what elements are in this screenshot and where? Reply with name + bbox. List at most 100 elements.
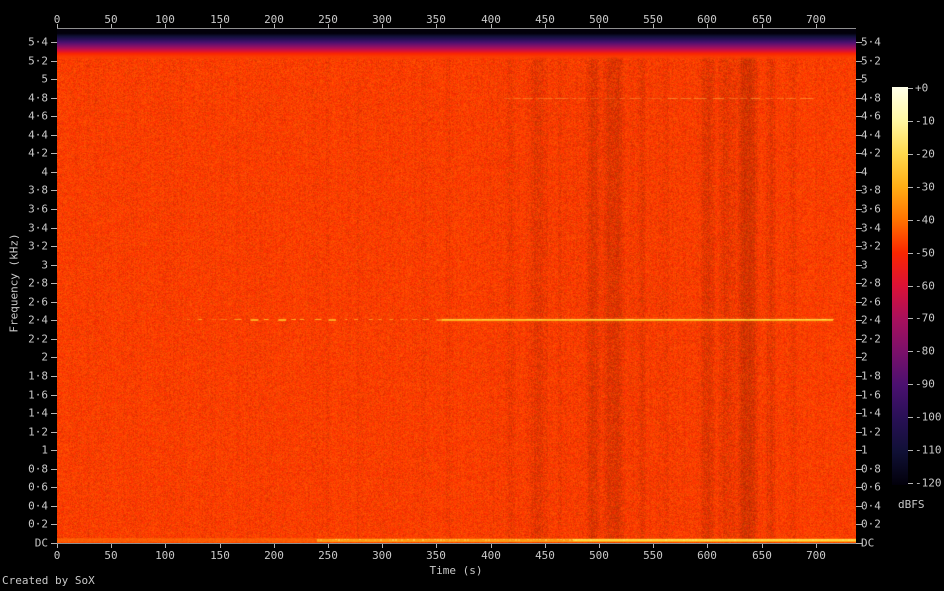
- freq-tick-label-right: 5: [861, 72, 868, 86]
- freq-tick-label-right: 1·6: [861, 388, 881, 402]
- spectrogram-canvas: [57, 29, 856, 543]
- freq-tick-label-right: 2·4: [861, 313, 881, 327]
- freq-tick-label-left: 4·4: [28, 128, 48, 142]
- freq-tick-label-left: 0·2: [28, 517, 48, 531]
- time-tick-bottom: [165, 544, 166, 548]
- freq-tick-label-right: 3: [861, 258, 868, 272]
- freq-tick-label-right: 5·2: [861, 54, 881, 68]
- time-tick-bottom: [436, 544, 437, 548]
- freq-tick-label-right: 2: [861, 350, 868, 364]
- freq-tick-label-left: 2: [41, 350, 48, 364]
- time-tick-label-top: 650: [752, 13, 772, 26]
- colorbar-tick-label: -80: [915, 344, 935, 358]
- colorbar-tick-label: -20: [915, 147, 935, 161]
- freq-tick-label-left: 0·4: [28, 499, 48, 513]
- time-tick-bottom: [57, 544, 58, 548]
- freq-tick-left: [51, 190, 57, 191]
- time-tick-label-bottom: 450: [535, 549, 555, 562]
- time-tick-bottom: [762, 544, 763, 548]
- colorbar-tick: [908, 450, 913, 451]
- freq-tick-label-left: 0·8: [28, 462, 48, 476]
- time-tick-label-bottom: 650: [752, 549, 772, 562]
- freq-tick-label-left: 1·6: [28, 388, 48, 402]
- time-tick-label-top: 450: [535, 13, 555, 26]
- freq-tick-label-left: 1·2: [28, 425, 48, 439]
- freq-tick-left: [51, 469, 57, 470]
- freq-tick-label-left: 4·2: [28, 146, 48, 160]
- time-tick-label-bottom: 0: [53, 549, 61, 562]
- time-tick-label-bottom: 350: [426, 549, 446, 562]
- time-tick-label-bottom: 700: [806, 549, 826, 562]
- freq-tick-label-right: 2·6: [861, 295, 881, 309]
- freq-tick-label-left: 4·6: [28, 109, 48, 123]
- time-tick-label-bottom: 250: [318, 549, 338, 562]
- freq-tick-left: [51, 228, 57, 229]
- time-tick-label-bottom: 400: [481, 549, 501, 562]
- colorbar-tick-label: -30: [915, 180, 935, 194]
- freq-tick-left: [51, 172, 57, 173]
- freq-tick-left: [51, 98, 57, 99]
- time-tick-label-bottom: 50: [104, 549, 118, 562]
- freq-tick-left: [51, 283, 57, 284]
- time-axis-title: Time (s): [429, 564, 483, 577]
- time-tick-label-top: 600: [697, 13, 717, 26]
- freq-tick-left: [51, 265, 57, 266]
- time-tick-bottom: [491, 544, 492, 548]
- freq-tick-left: [51, 209, 57, 210]
- time-tick-label-top: 300: [372, 13, 392, 26]
- freq-tick-label-left: 1: [41, 443, 48, 457]
- freq-tick-left: [51, 339, 57, 340]
- freq-tick-label-right: 0·2: [861, 517, 881, 531]
- freq-tick-left: [51, 79, 57, 80]
- time-tick-label-top: 550: [643, 13, 663, 26]
- freq-tick-label-right: 0·6: [861, 480, 881, 494]
- freq-tick-label-right: 1: [861, 443, 868, 457]
- colorbar-tick-label: -90: [915, 377, 935, 391]
- freq-tick-label-left: 3·6: [28, 202, 48, 216]
- freq-tick-left: [51, 357, 57, 358]
- colorbar-unit-label: dBFS: [898, 498, 925, 511]
- time-tick-label-top: 0: [53, 13, 61, 26]
- freq-tick-label-right: 3·8: [861, 183, 881, 197]
- freq-tick-left: [51, 487, 57, 488]
- colorbar-tick: [908, 154, 913, 155]
- time-tick-label-bottom: 600: [697, 549, 717, 562]
- time-tick-label-top: 350: [426, 13, 446, 26]
- colorbar-tick: [908, 384, 913, 385]
- time-tick-label-top: 150: [210, 13, 230, 26]
- freq-tick-label-right: 4·2: [861, 146, 881, 160]
- freq-tick-left: [51, 432, 57, 433]
- time-tick-label-top: 250: [318, 13, 338, 26]
- freq-tick-label-left: 1·8: [28, 369, 48, 383]
- freq-tick-label-left: 5·4: [28, 35, 48, 49]
- freq-tick-left: [51, 302, 57, 303]
- freq-tick-label-left: 5: [41, 72, 48, 86]
- colorbar-tick-label: -60: [915, 279, 935, 293]
- frequency-axis-title: Frequency (kHz): [7, 233, 21, 333]
- freq-tick-left: [51, 246, 57, 247]
- freq-tick-left: [51, 543, 57, 544]
- freq-tick-left: [51, 135, 57, 136]
- freq-tick-left: [51, 413, 57, 414]
- colorbar-tick: [908, 187, 913, 188]
- colorbar-tick: [908, 253, 913, 254]
- freq-tick-left: [51, 320, 57, 321]
- time-tick-label-top: 100: [155, 13, 175, 26]
- time-tick-label-top: 500: [589, 13, 609, 26]
- freq-tick-label-left: 3·8: [28, 183, 48, 197]
- freq-tick-label-right: 4·8: [861, 91, 881, 105]
- time-tick-label-bottom: 100: [155, 549, 175, 562]
- time-tick-label-top: 700: [806, 13, 826, 26]
- freq-tick-left: [51, 42, 57, 43]
- freq-tick-label-left: 4: [41, 165, 48, 179]
- freq-tick-label-left: DC: [34, 536, 48, 550]
- time-tick-bottom: [707, 544, 708, 548]
- freq-tick-left: [51, 450, 57, 451]
- time-tick-bottom: [653, 544, 654, 548]
- freq-tick-left: [51, 376, 57, 377]
- freq-tick-label-left: 2·2: [28, 332, 48, 346]
- freq-tick-left: [51, 395, 57, 396]
- time-tick-label-bottom: 550: [643, 549, 663, 562]
- time-tick-label-bottom: 150: [210, 549, 230, 562]
- colorbar-tick-label: +0: [915, 81, 929, 95]
